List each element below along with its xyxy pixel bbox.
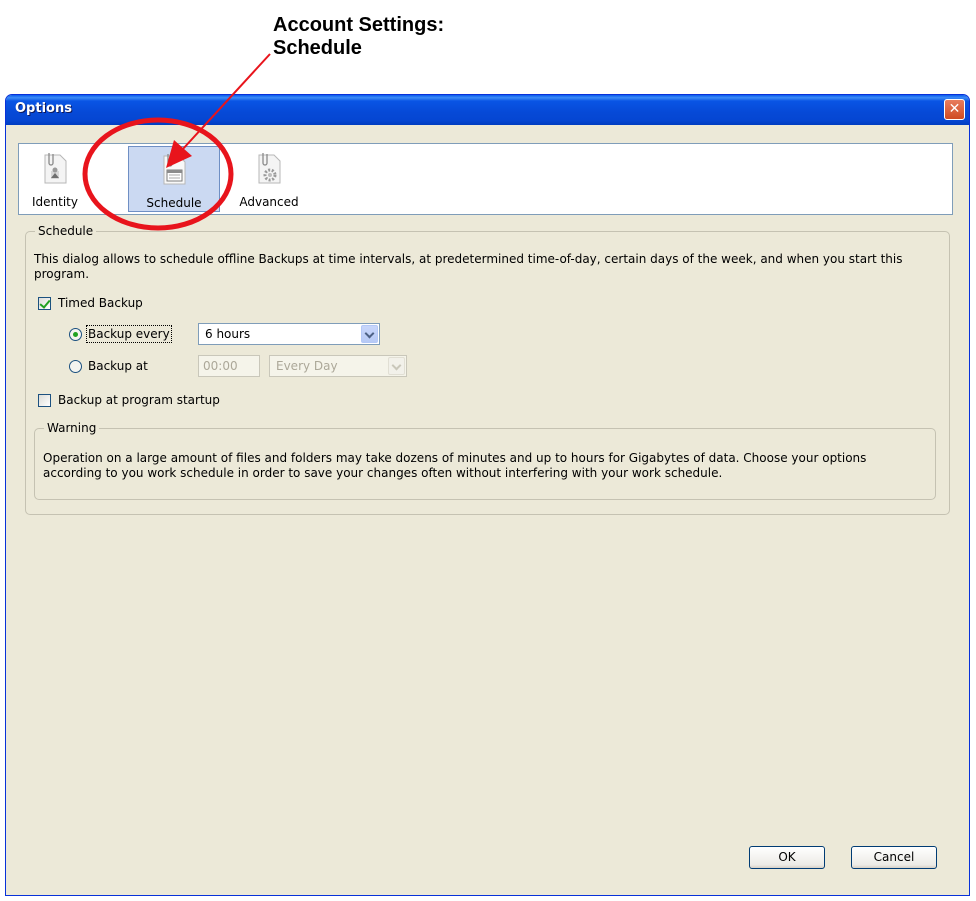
close-icon: ✕ [948, 101, 961, 117]
chevron-down-icon[interactable] [361, 325, 378, 343]
timed-backup-checkbox[interactable] [38, 297, 51, 310]
backup-interval-select[interactable]: 6 hours [198, 323, 380, 345]
backup-at-label[interactable]: Backup at [88, 359, 148, 373]
tab-schedule[interactable]: Schedule [128, 146, 220, 212]
backup-interval-value: 6 hours [205, 327, 251, 341]
startup-backup-checkbox[interactable] [38, 394, 51, 407]
backup-days-select[interactable]: Every Day [269, 355, 407, 377]
ok-button[interactable]: OK [749, 846, 825, 869]
annotation-title-line2: Schedule [273, 37, 362, 59]
paperclip-user-icon [44, 153, 67, 184]
options-window: Options ✕ Identity Schedule Advanced Sch… [5, 94, 970, 896]
schedule-group: Schedule This dialog allows to schedule … [25, 224, 950, 515]
backup-at-radio[interactable] [69, 360, 82, 373]
tab-schedule-label: Schedule [146, 196, 202, 210]
window-title: Options [15, 101, 72, 116]
title-bar[interactable]: Options ✕ [6, 95, 969, 125]
chevron-down-icon[interactable] [388, 357, 405, 375]
warning-legend: Warning [44, 421, 100, 435]
warning-text: Operation on a large amount of files and… [43, 451, 867, 480]
schedule-description: This dialog allows to schedule offline B… [34, 252, 903, 281]
category-toolbar: Identity Schedule Advanced [18, 143, 953, 215]
tab-advanced-label: Advanced [239, 195, 299, 209]
backup-every-label[interactable]: Backup every [86, 325, 172, 343]
dialog-body: Identity Schedule Advanced Schedule This… [10, 125, 965, 891]
tab-advanced[interactable]: Advanced [228, 146, 310, 212]
annotation-title: Account Settings: Schedule [273, 14, 444, 60]
warning-group: Warning Operation on a large amount of f… [34, 421, 936, 500]
annotation-title-line1: Account Settings: [273, 14, 445, 36]
timed-backup-label[interactable]: Timed Backup [58, 296, 143, 310]
tab-identity-label: Identity [32, 195, 78, 209]
schedule-group-legend: Schedule [35, 224, 97, 238]
backup-every-radio[interactable] [69, 328, 82, 341]
startup-backup-label[interactable]: Backup at program startup [58, 393, 220, 407]
backup-time-input[interactable]: 00:00 [198, 355, 260, 377]
paperclip-calendar-icon [163, 154, 186, 185]
tab-identity[interactable]: Identity [20, 146, 90, 212]
paperclip-gear-icon [258, 153, 281, 184]
cancel-button[interactable]: Cancel [851, 846, 937, 869]
backup-days-value: Every Day [276, 359, 338, 373]
close-button[interactable]: ✕ [944, 99, 965, 120]
